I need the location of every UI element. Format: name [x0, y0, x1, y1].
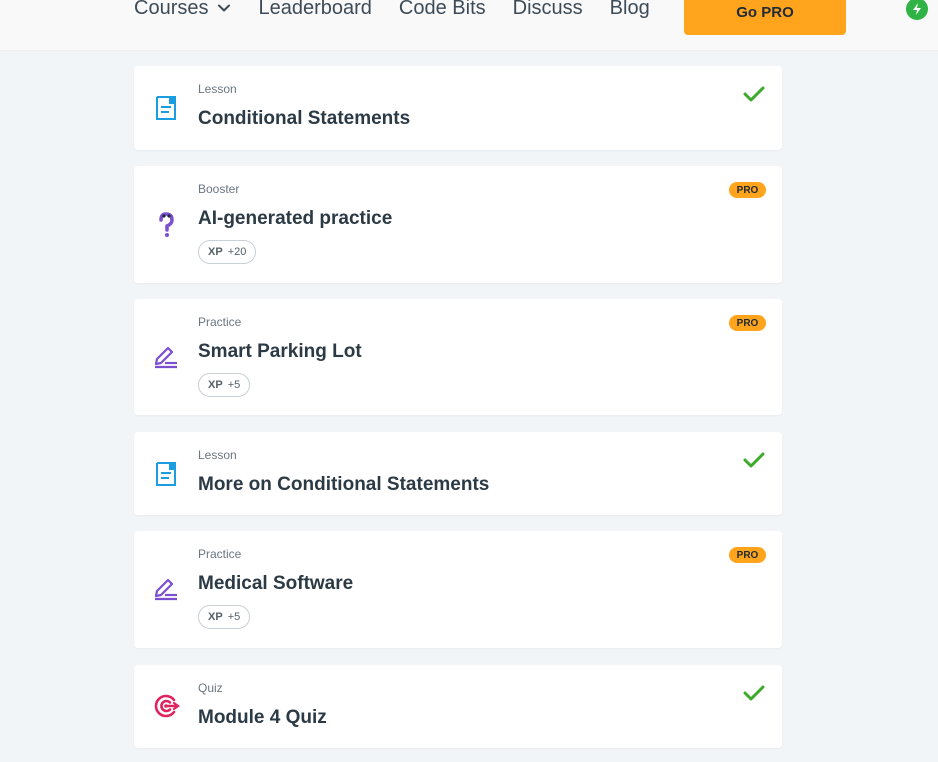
- xp-badge: XP +20: [198, 240, 257, 264]
- card-title: AI-generated practice: [198, 208, 393, 229]
- card-title: Medical Software: [198, 573, 354, 594]
- practice-pencil-icon: [154, 578, 177, 601]
- card-type: Booster: [198, 182, 240, 196]
- nav-courses-label: Courses: [134, 0, 209, 19]
- card-title: Conditional Statements: [198, 108, 411, 129]
- checkmark-icon: [743, 452, 765, 468]
- pro-badge: PRO: [729, 547, 766, 563]
- nav-code-bits[interactable]: Code Bits: [399, 0, 486, 22]
- card-type: Practice: [198, 315, 242, 329]
- nav-discuss[interactable]: Discuss: [513, 0, 583, 22]
- practice-card[interactable]: Practice Medical Software PRO XP +5: [134, 531, 782, 648]
- xp-label: XP: [208, 611, 223, 623]
- xp-badge: XP +5: [198, 373, 251, 397]
- lightning-bolt-icon[interactable]: [906, 0, 928, 20]
- lesson-card[interactable]: Lesson More on Conditional Statements: [134, 432, 782, 515]
- xp-value: +5: [227, 611, 241, 623]
- lesson-icon: [156, 462, 176, 486]
- lesson-card[interactable]: Lesson Conditional Statements: [134, 66, 782, 150]
- booster-card[interactable]: Booster AI-generated practice PRO XP +20: [134, 166, 782, 283]
- xp-value: +20: [227, 246, 247, 258]
- pro-badge: PRO: [729, 315, 766, 331]
- practice-card[interactable]: Practice Smart Parking Lot PRO XP +5: [134, 299, 782, 415]
- xp-badge: XP +5: [198, 605, 251, 629]
- xp-label: XP: [208, 379, 223, 391]
- xp-label: XP: [208, 246, 223, 258]
- top-navigation-bar: Courses Leaderboard Code Bits Discuss Bl…: [0, 0, 938, 51]
- lesson-icon: [156, 96, 176, 120]
- card-type: Quiz: [198, 681, 223, 695]
- main-nav: Courses Leaderboard Code Bits Discuss Bl…: [134, 0, 677, 22]
- card-title: More on Conditional Statements: [198, 474, 490, 495]
- checkmark-icon: [743, 685, 765, 701]
- ai-practice-icon: [159, 212, 174, 237]
- card-type: Lesson: [198, 448, 237, 462]
- chevron-down-icon: [218, 4, 231, 12]
- nav-courses[interactable]: Courses: [134, 0, 231, 22]
- quiz-card[interactable]: Quiz Module 4 Quiz: [134, 665, 782, 748]
- card-title: Module 4 Quiz: [198, 707, 327, 728]
- xp-value: +5: [227, 379, 241, 391]
- go-pro-button[interactable]: Go PRO: [684, 0, 846, 35]
- nav-leaderboard[interactable]: Leaderboard: [258, 0, 371, 22]
- practice-pencil-icon: [154, 346, 177, 369]
- card-title: Smart Parking Lot: [198, 341, 362, 362]
- card-type: Lesson: [198, 82, 237, 96]
- quiz-target-icon: [154, 694, 180, 718]
- pro-badge: PRO: [729, 182, 766, 198]
- nav-blog[interactable]: Blog: [610, 0, 650, 22]
- checkmark-icon: [743, 86, 765, 102]
- card-type: Practice: [198, 547, 242, 561]
